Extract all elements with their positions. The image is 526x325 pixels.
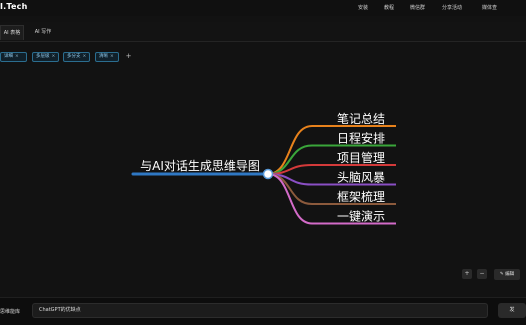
branch-topic[interactable]: 框架梳理 <box>337 189 385 204</box>
send-button[interactable]: 发 <box>498 303 526 318</box>
nav-item-media[interactable]: 媒体查 <box>482 4 497 11</box>
tag-multi-branch[interactable]: 多分支 × <box>63 52 90 62</box>
nav-item-install[interactable]: 安装 <box>358 4 368 11</box>
tabs-row: AI 表格 AI 写作 <box>0 22 526 42</box>
branch-connector <box>267 173 313 225</box>
tag-clear[interactable]: 清晰 × <box>95 52 119 62</box>
nav-item-wechat-group[interactable]: 微信群 <box>410 4 425 11</box>
zoom-out-button[interactable]: − <box>477 269 487 279</box>
root-node-handle[interactable] <box>262 168 274 180</box>
branch-topic[interactable]: 笔记总结 <box>337 111 385 126</box>
edit-button[interactable]: ✎ 编辑 <box>494 269 520 280</box>
top-bar: I.Tech 安装 教程 微信群 分享活动 媒体查 <box>0 0 526 16</box>
add-tag-button[interactable]: + <box>124 51 133 61</box>
tab-ai-table[interactable]: AI 表格 <box>0 25 24 40</box>
branch-topic[interactable]: 项目管理 <box>337 150 385 165</box>
close-icon[interactable]: × <box>15 54 19 59</box>
mindmap-canvas[interactable]: 与AI对话生成思维导图 笔记总结日程安排项目管理头脑风暴框架梳理一键演示 <box>0 70 526 290</box>
branch-topic[interactable]: 一键演示 <box>337 209 385 224</box>
nav-item-share[interactable]: 分享活动 <box>442 4 462 11</box>
branch-connector <box>267 125 313 175</box>
zoom-in-button[interactable]: + <box>462 269 472 279</box>
close-icon[interactable]: × <box>83 54 87 59</box>
app-logo[interactable]: I.Tech <box>0 2 27 11</box>
mindmap-library-link[interactable]: 思维能库 <box>0 308 20 315</box>
chat-input[interactable]: ChatGPT的优缺点 <box>32 303 488 318</box>
nav-item-tutorial[interactable]: 教程 <box>384 4 394 11</box>
tag-label: 多层级 <box>36 54 50 59</box>
mindmap-svg: 与AI对话生成思维导图 笔记总结日程安排项目管理头脑风暴框架梳理一键演示 <box>131 111 396 225</box>
tag-detailed[interactable]: 详细 × <box>0 52 27 62</box>
branch-topic[interactable]: 头脑风暴 <box>337 171 385 185</box>
root-topic[interactable]: 与AI对话生成思维导图 <box>140 159 260 173</box>
tag-multi-level[interactable]: 多层级 × <box>32 52 59 62</box>
branch-topic[interactable]: 日程安排 <box>337 131 385 146</box>
bottom-bar: 思维能库 ChatGPT的优缺点 发 <box>0 297 526 325</box>
tag-label: 多分支 <box>67 54 81 59</box>
close-icon[interactable]: × <box>52 54 56 59</box>
tag-label: 清晰 <box>99 54 108 59</box>
tab-ai-writing[interactable]: AI 写作 <box>30 25 56 40</box>
tag-label: 详细 <box>4 54 13 59</box>
close-icon[interactable]: × <box>110 54 114 59</box>
tags-row: 详细 × 多层级 × 多分支 × 清晰 × <box>0 50 526 64</box>
branch-connector <box>267 164 313 175</box>
